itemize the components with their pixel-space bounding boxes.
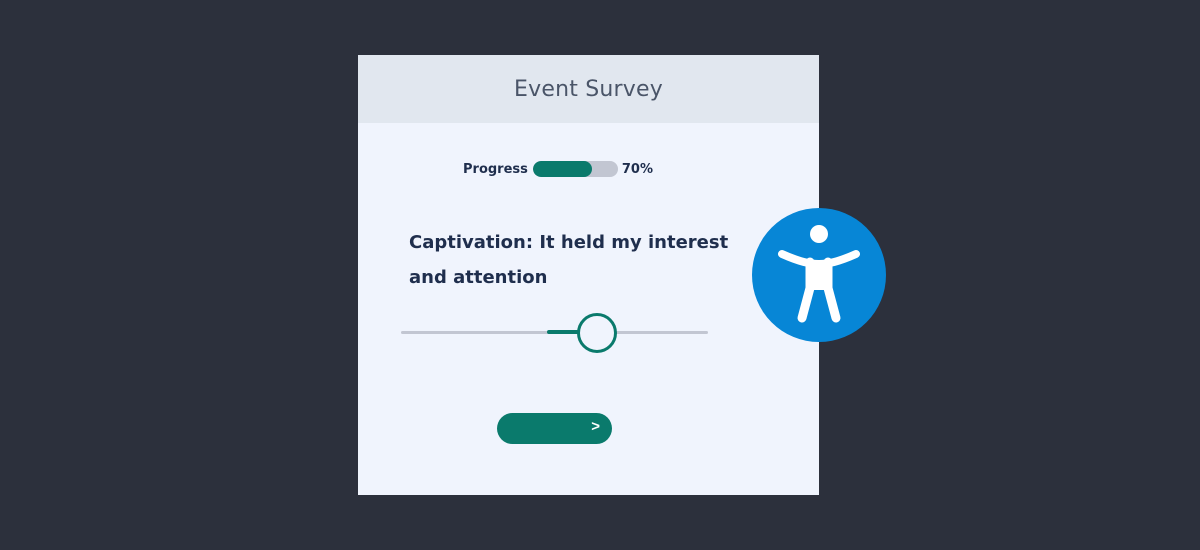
survey-header: Event Survey xyxy=(358,55,819,123)
survey-title: Event Survey xyxy=(514,76,663,102)
progress-bar-fill xyxy=(532,161,593,177)
progress-row: Progress 70% xyxy=(463,160,653,178)
rating-slider[interactable] xyxy=(401,313,708,353)
slider-thumb[interactable] xyxy=(577,313,617,353)
progress-value: 70% xyxy=(621,161,654,177)
accessibility-person-icon xyxy=(778,225,860,323)
stage: Event Survey Progress 70% Captivation: I… xyxy=(0,0,1200,550)
question-text: Captivation: It held my interest and att… xyxy=(409,232,729,288)
progress-label: Progress xyxy=(463,161,528,177)
accessibility-badge xyxy=(752,208,886,342)
next-arrow-icon: > xyxy=(591,418,600,435)
survey-card: Event Survey Progress 70% Captivation: I… xyxy=(358,55,819,495)
progress-bar xyxy=(532,161,618,177)
next-button[interactable]: > xyxy=(497,413,612,444)
